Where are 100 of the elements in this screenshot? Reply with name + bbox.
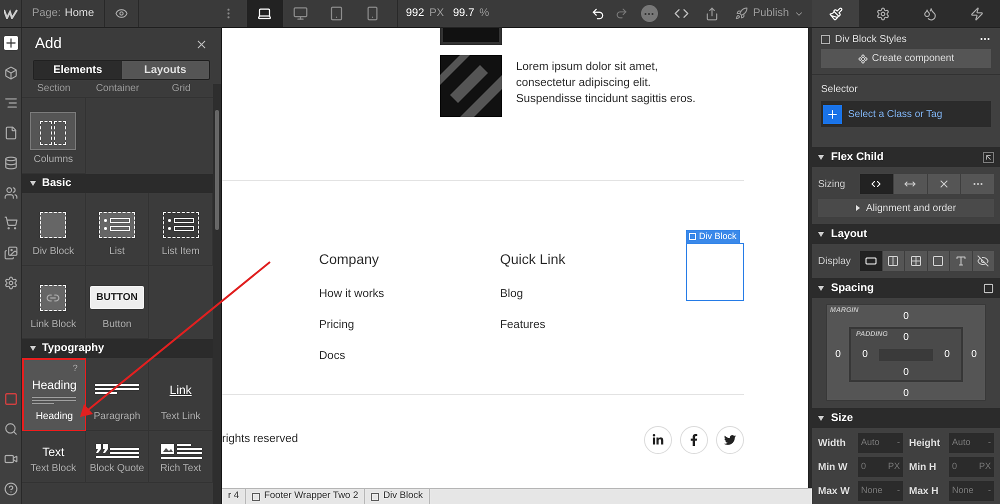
page-name[interactable]: Home	[64, 5, 94, 22]
element-tile[interactable]: Link Block	[22, 266, 86, 339]
more-button[interactable]	[640, 5, 658, 22]
caret-icon	[856, 205, 860, 211]
selector-field[interactable]: Select a Class or Tag	[844, 101, 991, 127]
padding-value[interactable]: 0	[862, 347, 868, 362]
tile-label: Link Block	[30, 318, 76, 332]
tile-label: Rich Text	[160, 462, 202, 476]
section-header[interactable]: Flex Child	[812, 147, 1000, 167]
tile-label: Columns	[34, 153, 74, 167]
width-unit: PX	[429, 6, 444, 22]
square-icon	[4, 392, 18, 406]
segment-button[interactable]	[882, 251, 904, 271]
caret-icon	[818, 232, 824, 236]
footer-heading: Company	[319, 250, 380, 269]
section-header[interactable]: Layout	[812, 224, 1000, 244]
box-icon	[252, 492, 260, 500]
element-tile[interactable]: Columns	[22, 98, 86, 174]
panel-tab[interactable]: Elements	[34, 61, 122, 79]
footer-link[interactable]: Blog	[500, 286, 686, 317]
breadcrumb-item[interactable]: Footer Wrapper Two 2	[246, 489, 366, 504]
code-icon[interactable]	[674, 6, 689, 21]
device-button[interactable]	[246, 0, 283, 27]
footer-link[interactable]: How it works	[319, 286, 500, 317]
undo-icon[interactable]	[590, 6, 605, 20]
paintbrush-icon	[828, 6, 843, 20]
canvas-width[interactable]: 992	[406, 5, 424, 22]
checkbox[interactable]	[821, 34, 830, 44]
element-tile[interactable]: BUTTON Button	[86, 266, 150, 339]
hidden-icon	[977, 255, 990, 267]
element-tile[interactable]: Block Quote	[86, 431, 150, 483]
page-label: Page:	[32, 6, 61, 22]
copyright-text: rights reserved	[222, 432, 298, 448]
group-header[interactable]: Basic	[22, 174, 213, 193]
tile-label: Div Block	[32, 245, 74, 259]
preview-icon[interactable]	[115, 7, 128, 20]
linkedin-icon	[652, 434, 664, 446]
redo-icon[interactable]	[614, 7, 628, 20]
padding-value[interactable]: 0	[903, 364, 909, 380]
group-header[interactable]: Typography	[22, 339, 213, 358]
segment-button[interactable]	[972, 251, 994, 271]
zoom-value[interactable]: 99.7	[452, 5, 474, 22]
segment-button[interactable]	[860, 251, 882, 271]
rich-text-icon	[160, 443, 202, 461]
panel-tab[interactable]: Layouts	[122, 61, 209, 79]
element-tile[interactable]: Text Text Block	[22, 431, 86, 483]
export-icon[interactable]	[704, 6, 719, 20]
margin-value[interactable]: 0	[835, 347, 841, 362]
caret-icon	[30, 181, 36, 186]
settings-icon	[4, 276, 18, 290]
padding-value[interactable]: 0	[903, 330, 909, 344]
segment-button[interactable]	[860, 174, 893, 194]
square-icon[interactable]	[983, 282, 994, 294]
publish-button[interactable]: Publish	[726, 0, 812, 27]
breadcrumb-item[interactable]: Div Block	[365, 489, 430, 504]
padding-value[interactable]: 0	[944, 347, 950, 362]
margin-value[interactable]: 0	[903, 308, 909, 324]
footer-link[interactable]: Pricing	[319, 317, 500, 348]
post-excerpt: Lorem ipsum dolor sit amet, consectetur adipiscing elit. Suspendisse tincidunt sagittis eros.	[516, 60, 697, 107]
flex-icon	[887, 255, 900, 267]
scrollbar-thumb[interactable]	[215, 110, 219, 230]
element-tile[interactable]: Div Block	[22, 193, 86, 266]
breadcrumb-item[interactable]: r 4	[222, 489, 246, 504]
margin-value[interactable]: 0	[971, 347, 977, 362]
panel-title: Add	[35, 34, 62, 54]
selected-div-block[interactable]	[686, 243, 744, 301]
add-selector-button[interactable]	[821, 101, 844, 127]
help-icon	[4, 482, 18, 496]
tile-label: Text Link	[160, 410, 200, 424]
users-icon	[4, 186, 18, 200]
footer-link[interactable]: Features	[500, 317, 686, 348]
element-tile[interactable]: List	[86, 193, 150, 266]
close-icon[interactable]	[195, 38, 208, 50]
margin-value[interactable]: 0	[903, 386, 909, 400]
rocket-icon	[734, 7, 748, 20]
field-label: Selector	[820, 83, 859, 97]
images-icon	[4, 246, 18, 260]
panel-tab[interactable]	[953, 0, 1000, 27]
panel-tab[interactable]	[812, 0, 860, 27]
social-link[interactable]	[644, 426, 672, 454]
alignment-button[interactable]: Alignment and order	[818, 199, 994, 217]
section-header[interactable]: Size	[812, 408, 1000, 428]
logo-icon[interactable]	[4, 8, 18, 18]
footer-link[interactable]: Docs	[319, 348, 500, 379]
social-link[interactable]	[680, 426, 708, 454]
create-component-button[interactable]: Create component	[821, 49, 991, 68]
tile-label: List	[109, 245, 125, 259]
quote-icon	[94, 443, 139, 461]
list-icon	[162, 212, 199, 238]
navigator-icon	[4, 96, 18, 110]
arrow-icon[interactable]	[983, 152, 994, 162]
section-header[interactable]: Spacing	[812, 278, 1000, 298]
segment-button[interactable]	[928, 251, 949, 271]
paragraph-icon	[94, 382, 139, 396]
social-link[interactable]	[716, 426, 744, 454]
cube-icon	[4, 66, 18, 80]
video-icon	[4, 452, 18, 466]
panel-tab[interactable]	[859, 0, 906, 27]
element-tile[interactable]: ? Heading Heading	[22, 358, 86, 431]
tile-label: Container	[94, 84, 140, 96]
